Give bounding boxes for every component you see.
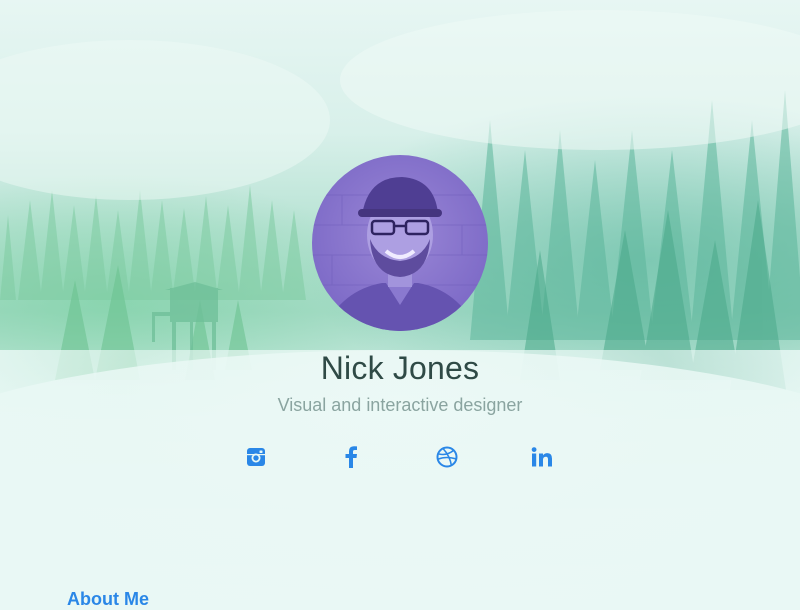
profile-photo: [312, 177, 488, 331]
avatar: [312, 155, 488, 331]
profile-name: Nick Jones: [320, 350, 480, 386]
profile-tagline: Visual and interactive designer: [277, 395, 523, 415]
linkedin-link[interactable]: [530, 445, 554, 469]
instagram-icon: [247, 448, 265, 466]
facebook-link[interactable]: [339, 445, 363, 469]
dribbble-icon: [436, 446, 458, 468]
facebook-icon: [345, 446, 357, 468]
linkedin-icon: [531, 447, 552, 467]
mist-overlay: [0, 350, 800, 600]
dribbble-link[interactable]: [435, 445, 459, 469]
instagram-link[interactable]: [244, 445, 268, 469]
